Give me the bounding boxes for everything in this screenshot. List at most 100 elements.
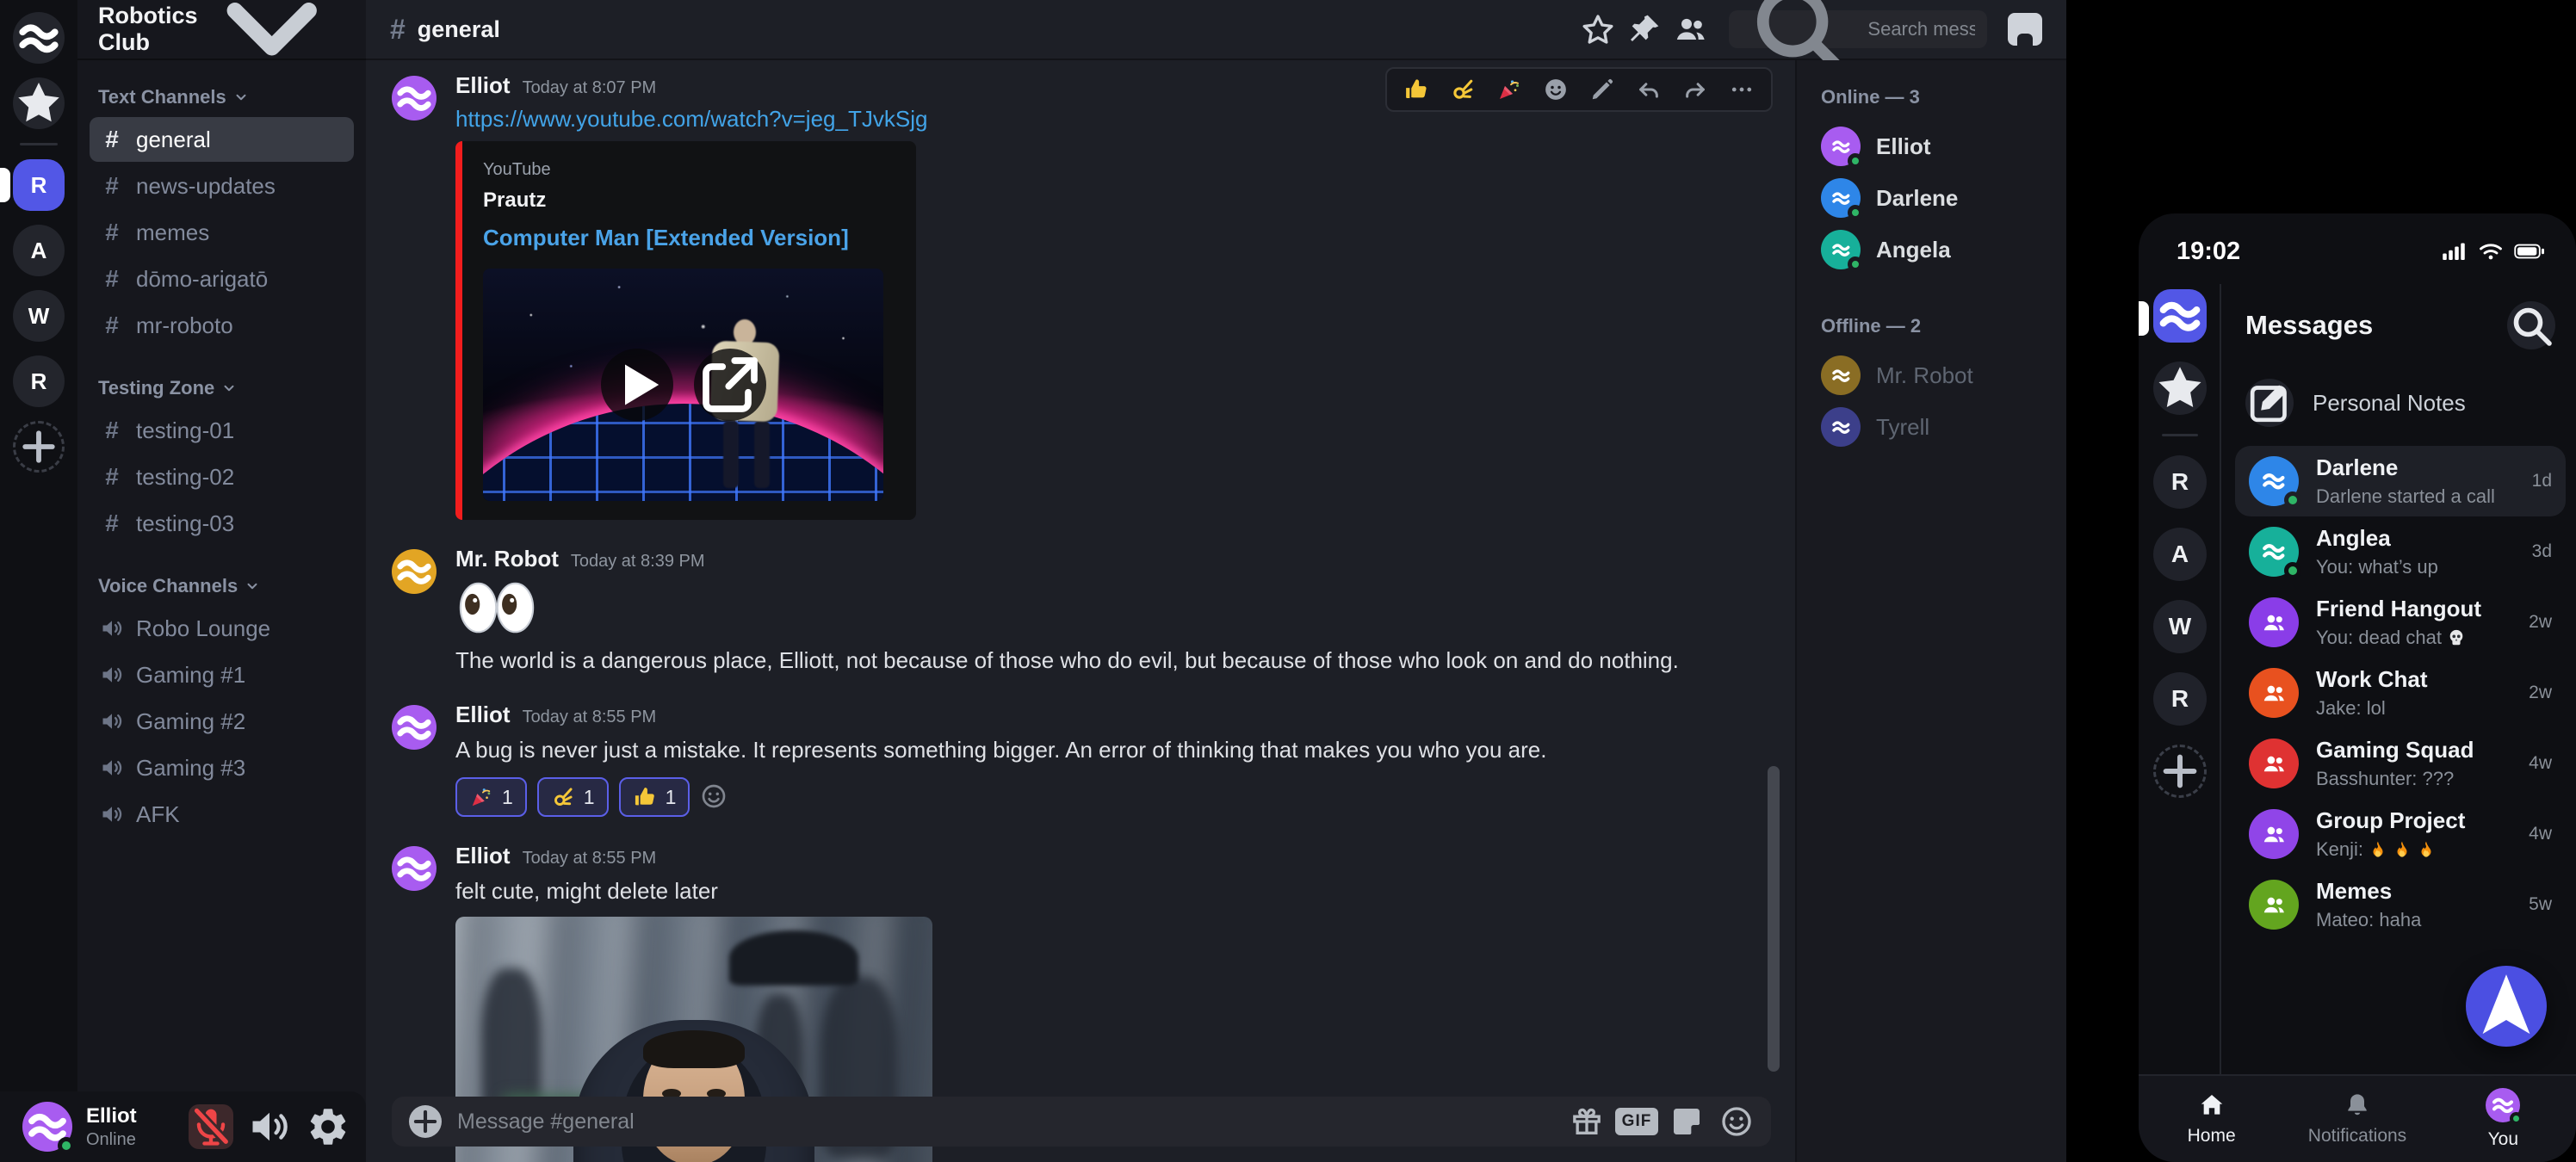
avatar[interactable]: [392, 76, 437, 121]
channel-testing-01[interactable]: #testing-01: [90, 408, 354, 453]
new-message-fab[interactable]: [2466, 966, 2547, 1047]
message-input[interactable]: [457, 1109, 1554, 1134]
voice-channel-gaming-3[interactable]: Gaming #3: [90, 745, 354, 790]
phone-search-button[interactable]: [2507, 301, 2555, 349]
channel-testing-03[interactable]: #testing-03: [90, 501, 354, 546]
conversation-work-chat[interactable]: Work ChatJake: lol2w: [2235, 658, 2566, 728]
app-home-button[interactable]: [13, 12, 65, 64]
channel-name: testing-01: [136, 417, 234, 444]
channel-sidebar: Robotics Club Text Channels#general#news…: [77, 0, 366, 1162]
phone-home-button[interactable]: [2153, 289, 2207, 343]
avatar[interactable]: [392, 846, 437, 891]
member-mr-robot[interactable]: Mr. Robot: [1814, 349, 2049, 401]
member-darlene[interactable]: Darlene: [1814, 172, 2049, 224]
voice-channel-robo-lounge[interactable]: Robo Lounge: [90, 606, 354, 651]
conversation-gaming-squad[interactable]: Gaming SquadBasshunter: ???4w: [2235, 728, 2566, 799]
voice-channel-afk[interactable]: AFK: [90, 792, 354, 837]
message-author[interactable]: Elliot: [455, 72, 511, 99]
phone-server-icon-r-3[interactable]: R: [2153, 672, 2207, 726]
server-icon-r-0[interactable]: R: [13, 159, 65, 211]
channel-general[interactable]: #general: [90, 117, 354, 162]
conversation-anglea[interactable]: AngleaYou: what’s up3d: [2235, 516, 2566, 587]
hash-icon: #: [100, 313, 124, 337]
forward-button[interactable]: [1681, 76, 1709, 103]
reaction-ok-hand[interactable]: 1: [537, 777, 609, 817]
play-video-button[interactable]: [601, 349, 673, 421]
screen: RAWR Robotics Club Text Channels#general…: [0, 0, 2576, 1162]
emoji-button[interactable]: [1719, 1104, 1754, 1139]
pinned-messages-button[interactable]: [1627, 12, 1662, 46]
deafen-button[interactable]: [247, 1104, 292, 1149]
avatar[interactable]: [392, 549, 437, 594]
inbox-button[interactable]: [2008, 12, 2042, 46]
channel-d-mo-arigat-[interactable]: #dōmo-arigatō: [90, 257, 354, 301]
reply-button[interactable]: [1635, 76, 1663, 103]
smiley-icon: [1719, 1104, 1754, 1139]
conversation-memes[interactable]: MemesMateo: haha5w: [2235, 869, 2566, 940]
user-avatar[interactable]: [22, 1102, 72, 1152]
server-icon-a-1[interactable]: A: [13, 225, 65, 276]
nav-home[interactable]: Home: [2139, 1076, 2284, 1162]
category-voice-channels[interactable]: Voice Channels: [90, 566, 354, 604]
channel-news-updates[interactable]: #news-updates: [90, 164, 354, 208]
phone-add-server-button[interactable]: [2153, 745, 2207, 798]
member-list-toggle-button[interactable]: [1674, 12, 1708, 46]
conversation-darlene[interactable]: DarleneDarlene started a call1d: [2235, 446, 2566, 516]
gift-button[interactable]: [1570, 1104, 1604, 1139]
open-external-button[interactable]: [694, 349, 766, 421]
voice-channel-gaming-1[interactable]: Gaming #1: [90, 652, 354, 697]
avatar[interactable]: [392, 705, 437, 750]
message-timestamp: Today at 8:39 PM: [571, 552, 705, 572]
search-input[interactable]: [1867, 18, 1975, 40]
embed-author[interactable]: Prautz: [483, 189, 895, 213]
phone-server-icon-w-2[interactable]: W: [2153, 600, 2207, 653]
chat-scrollbar[interactable]: [1768, 766, 1780, 1072]
message-text: felt cute, might delete later: [455, 876, 1761, 906]
attach-file-button[interactable]: [409, 1105, 442, 1138]
message-author[interactable]: Elliot: [455, 843, 511, 869]
channel-testing-02[interactable]: #testing-02: [90, 454, 354, 499]
react-party-button[interactable]: [1495, 76, 1523, 103]
channel-mr-roboto[interactable]: #mr-roboto: [90, 303, 354, 348]
gif-picker-button[interactable]: GIF: [1619, 1104, 1654, 1139]
conversation-group-project[interactable]: Group ProjectKenji:4w: [2235, 799, 2566, 869]
server-header[interactable]: Robotics Club: [77, 0, 366, 60]
speaker-icon: [100, 802, 124, 826]
reaction-party[interactable]: 1: [455, 777, 527, 817]
message-area: Elliot Today at 8:07 PM https://www.yout…: [366, 60, 1795, 1162]
phone-favorites-button[interactable]: [2153, 362, 2207, 415]
favorites-button[interactable]: [13, 77, 65, 129]
member-tyrell[interactable]: Tyrell: [1814, 401, 2049, 453]
message-author[interactable]: Elliot: [455, 702, 511, 728]
nav-notifications[interactable]: Notifications: [2284, 1076, 2430, 1162]
category-testing-zone[interactable]: Testing Zone: [90, 368, 354, 406]
settings-button[interactable]: [306, 1104, 350, 1149]
embed-video-title[interactable]: Computer Man [Extended Version]: [483, 225, 895, 251]
server-icon-r-3[interactable]: R: [13, 355, 65, 407]
voice-channel-gaming-2[interactable]: Gaming #2: [90, 699, 354, 744]
add-server-button[interactable]: [13, 421, 65, 473]
react-ok-hand-button[interactable]: [1449, 76, 1477, 103]
edit-button[interactable]: [1588, 76, 1616, 103]
personal-notes-item[interactable]: Personal Notes: [2245, 379, 2555, 427]
server-icon-w-2[interactable]: W: [13, 290, 65, 342]
add-reaction-button[interactable]: [1542, 76, 1570, 103]
mute-microphone-button[interactable]: [189, 1104, 233, 1149]
member-elliot[interactable]: Elliot: [1814, 121, 2049, 172]
member-angela[interactable]: Angela: [1814, 224, 2049, 275]
youtube-link[interactable]: https://www.youtube.com/watch?v=jeg_TJvk…: [455, 106, 927, 133]
conversation-friend-hangout[interactable]: Friend HangoutYou: dead chat2w: [2235, 587, 2566, 658]
category-text-channels[interactable]: Text Channels: [90, 77, 354, 115]
channel-memes[interactable]: #memes: [90, 210, 354, 255]
nav-you[interactable]: You: [2430, 1076, 2576, 1162]
sticker-button[interactable]: [1669, 1104, 1704, 1139]
group-avatar: [2249, 880, 2299, 930]
message-author[interactable]: Mr. Robot: [455, 546, 559, 572]
favorite-channel-button[interactable]: [1581, 12, 1615, 46]
reaction-thumbs-up[interactable]: 1: [619, 777, 690, 817]
react-thumbs-up-button[interactable]: [1403, 76, 1430, 103]
add-reaction-button[interactable]: [700, 782, 729, 812]
more-button[interactable]: [1728, 76, 1756, 103]
phone-server-icon-a-1[interactable]: A: [2153, 528, 2207, 581]
phone-server-icon-r-0[interactable]: R: [2153, 455, 2207, 509]
